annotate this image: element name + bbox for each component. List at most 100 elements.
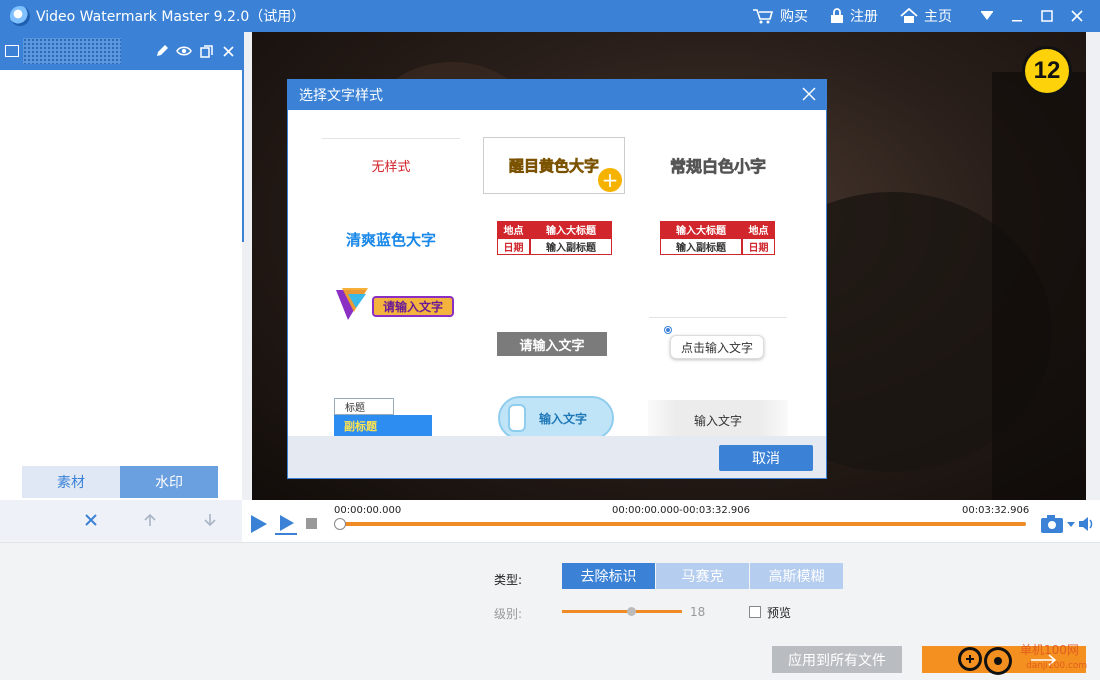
type-remove-logo[interactable]: 去除标识 — [562, 563, 655, 589]
time-range: 00:00:00.000-00:03:32.906 — [612, 505, 750, 516]
delete-button[interactable] — [81, 510, 101, 530]
watermark-item-header[interactable] — [0, 32, 242, 70]
stop-icon — [306, 518, 317, 529]
image-icon — [5, 45, 19, 57]
play-icon — [251, 515, 267, 533]
style-location-title-card[interactable]: 地点 输入大标题 日期 输入副标题 — [497, 221, 612, 255]
type-label: 类型: — [494, 573, 523, 587]
apply-all-button[interactable]: 应用到所有文件 — [772, 646, 902, 673]
stop-button[interactable] — [306, 518, 317, 533]
pencil-icon — [157, 45, 168, 56]
move-up-button[interactable] — [140, 510, 160, 530]
tab-watermark[interactable]: 水印 — [120, 466, 218, 498]
remove-watermark-button[interactable] — [220, 43, 236, 59]
triangle-down-icon — [981, 11, 993, 20]
dialog-footer: 取消 — [288, 436, 826, 478]
maximize-button[interactable] — [1034, 0, 1060, 32]
title-bar: Video Watermark Master 9.2.0（试用） 购买 注册 主… — [0, 0, 1100, 32]
site-watermark-text: 单机100网 — [1020, 643, 1079, 657]
style-white-small[interactable]: 常规白色小字 — [648, 150, 788, 180]
close-icon — [222, 45, 234, 57]
style-title-location-card[interactable]: 输入大标题 地点 输入副标题 日期 — [660, 221, 775, 255]
watermark-thumbnail — [23, 38, 121, 64]
current-time: 00:00:00.000 — [334, 505, 402, 516]
volume-icon — [1079, 517, 1093, 531]
title-label: 输入大标题 — [660, 221, 742, 238]
minimize-button[interactable] — [1004, 0, 1030, 32]
tab-material[interactable]: 素材 — [22, 466, 120, 498]
bubble-dot-icon — [665, 327, 671, 333]
cloud-text: 输入文字 — [538, 411, 587, 426]
snapshot-button[interactable] — [1040, 514, 1076, 538]
app-logo-icon — [10, 6, 30, 26]
visibility-button[interactable] — [176, 43, 192, 59]
close-window-button[interactable] — [1064, 0, 1090, 32]
timeline-knob[interactable] — [334, 518, 346, 530]
type-gaussian-blur[interactable]: 高斯模糊 — [750, 563, 843, 589]
style-blue-big[interactable]: 清爽蓝色大字 — [322, 224, 460, 254]
style-gray-box[interactable]: 请输入文字 — [497, 332, 607, 356]
volume-button[interactable] — [1078, 516, 1096, 536]
style-none[interactable]: 无样式 — [322, 150, 460, 180]
app-title: Video Watermark Master 9.2.0（试用） — [36, 9, 306, 25]
text-style-dialog: 选择文字样式 无样式 醒目黄色大字 + 常规白色小字 清爽蓝色大字 地点 输入大… — [288, 80, 826, 478]
date-label: 日期 — [497, 238, 530, 255]
style-grid: 无样式 醒目黄色大字 + 常规白色小字 清爽蓝色大字 地点 输入大标题 日期 输… — [288, 110, 826, 440]
dialog-header: 选择文字样式 — [288, 80, 826, 110]
timeline-track[interactable] — [340, 522, 1026, 526]
lock-icon — [831, 8, 843, 23]
home-icon — [900, 8, 918, 23]
home-button[interactable]: 主页 — [900, 6, 952, 26]
register-button[interactable]: 注册 — [830, 6, 878, 26]
right-scroll-strip — [1086, 32, 1100, 500]
move-down-button[interactable] — [200, 510, 220, 530]
location-label: 地点 — [497, 221, 530, 238]
arrow-down-icon — [204, 514, 216, 527]
site-watermark-url: danji100.com — [1026, 661, 1088, 671]
level-label: 级别: — [494, 607, 523, 621]
style-cloud-bubble[interactable]: 输入文字 — [498, 396, 614, 440]
dialog-close-button[interactable] — [802, 87, 818, 103]
purple-pill-text: 请输入文字 — [372, 296, 454, 317]
subtitle-label: 输入副标题 — [530, 238, 612, 255]
dropdown-menu-button[interactable] — [974, 0, 1000, 32]
dialog-title: 选择文字样式 — [299, 88, 383, 104]
playback-bar: 00:00:00.000 00:00:00.000-00:03:32.906 0… — [242, 500, 1100, 542]
cancel-button[interactable]: 取消 — [719, 445, 813, 471]
level-value: 18 — [690, 605, 706, 619]
settings-panel: 类型: 去除标识 马赛克 高斯模糊 级别: 18 预览 应用到所有文件 单机10… — [0, 542, 1100, 680]
preview-checkbox[interactable] — [749, 606, 761, 618]
register-label: 注册 — [850, 9, 878, 25]
title-text: 标题 — [334, 398, 394, 415]
play-button[interactable] — [250, 514, 268, 538]
arrow-up-icon — [144, 513, 156, 526]
home-label: 主页 — [924, 9, 952, 25]
style-brush-stroke[interactable]: 输入文字 — [648, 400, 788, 440]
close-icon — [1071, 10, 1083, 22]
left-action-bar — [0, 500, 242, 540]
level-slider-knob[interactable] — [627, 607, 637, 616]
location-label: 地点 — [742, 221, 775, 238]
subtitle-label: 输入副标题 — [660, 238, 742, 255]
eye-icon — [176, 46, 192, 56]
title-label: 输入大标题 — [530, 221, 612, 238]
add-icon[interactable]: + — [598, 168, 622, 192]
buy-label: 购买 — [780, 9, 808, 25]
buy-button[interactable]: 购买 — [752, 6, 808, 26]
style-click-bubble[interactable]: 点击输入文字 — [670, 335, 764, 359]
subtitle-text: 副标题 — [334, 415, 432, 436]
camera-icon — [1041, 515, 1075, 533]
play-segment-button[interactable] — [274, 514, 298, 540]
date-label: 日期 — [742, 238, 775, 255]
style-purple-pill[interactable]: 请输入文字 — [334, 286, 458, 322]
bottle-icon — [508, 404, 526, 432]
total-time: 00:03:32.906 — [962, 505, 1030, 516]
duplicate-button[interactable] — [198, 43, 214, 59]
panel-divider — [242, 32, 252, 500]
edit-button[interactable] — [154, 43, 170, 59]
copy-icon — [199, 44, 213, 58]
style-title-subtitle[interactable]: 标题 副标题 — [334, 398, 432, 436]
cart-icon — [753, 9, 774, 24]
type-mosaic[interactable]: 马赛克 — [656, 563, 749, 589]
level-slider-track[interactable] — [562, 610, 682, 613]
